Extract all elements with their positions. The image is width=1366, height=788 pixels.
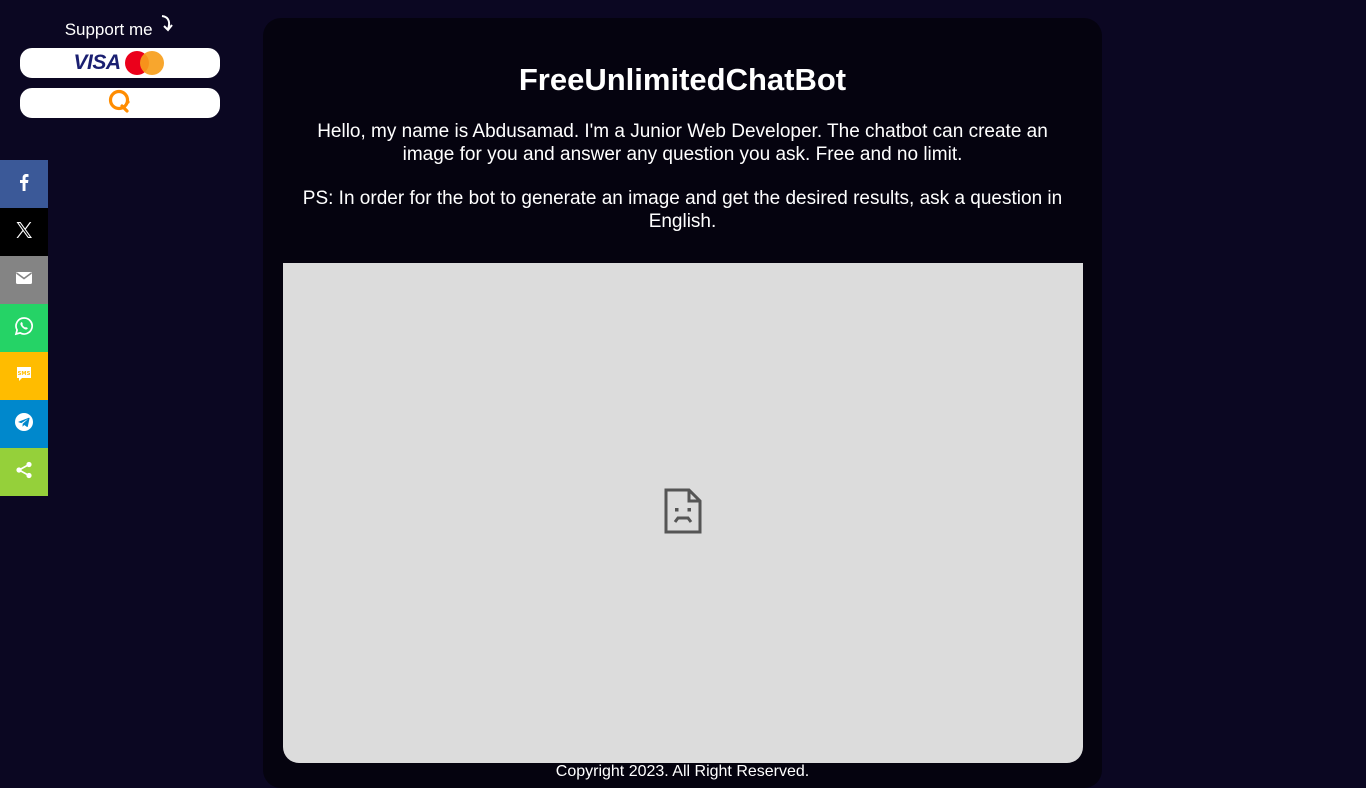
main-card: FreeUnlimitedChatBot Hello, my name is A… [263,18,1102,788]
support-heading: Support me [20,15,220,48]
support-section: Support me VISA [20,14,220,128]
visa-logo: VISA [73,51,121,74]
x-icon [14,220,34,245]
page-title: FreeUnlimitedChatBot [518,62,847,97]
qiwi-button[interactable] [20,88,220,118]
share-whatsapp-button[interactable] [0,304,48,352]
share-telegram-button[interactable] [0,400,48,448]
visa-mastercard-button[interactable]: VISA [20,48,220,78]
copyright-text: Copyright 2023. All Right Reserved. [555,763,810,780]
chatbot-frame[interactable] [283,263,1083,763]
share-bar: SMS [0,160,48,496]
share-email-button[interactable] [0,256,48,304]
share-sms-button[interactable]: SMS [0,352,48,400]
svg-text:SMS: SMS [18,371,31,377]
email-icon [14,268,34,293]
support-title: Support me [64,20,153,39]
share-icon [14,460,34,485]
curved-arrow-down-icon [159,14,175,32]
share-more-button[interactable] [0,448,48,496]
share-x-button[interactable] [0,208,48,256]
telegram-icon [14,412,34,437]
whatsapp-icon [14,316,34,341]
sms-icon: SMS [14,364,34,389]
intro-text: Hello, my name is Abdusamad. I'm a Junio… [317,121,1048,165]
broken-document-icon [664,488,702,539]
ps-note: PS: In order for the bot to generate an … [302,188,1063,232]
qiwi-icon [107,88,133,119]
facebook-icon [14,172,34,197]
mastercard-icon [123,50,167,76]
share-facebook-button[interactable] [0,160,48,208]
